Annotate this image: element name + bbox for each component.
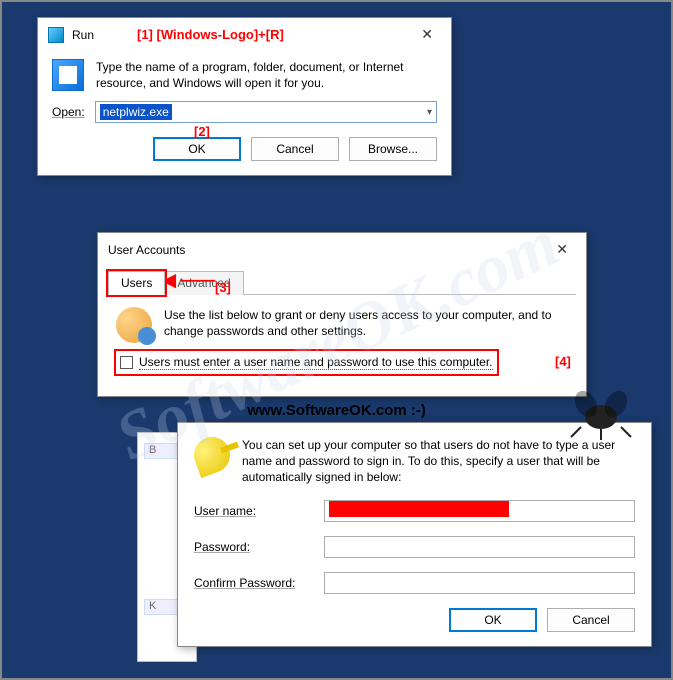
ok-button[interactable]: OK: [153, 137, 241, 161]
open-combobox[interactable]: netplwiz.exe ▾: [95, 101, 437, 123]
watermark-url-label: www.SoftwareOK.com :-): [247, 402, 426, 419]
cancel-button[interactable]: Cancel: [547, 608, 635, 632]
must-enter-password-checkbox[interactable]: [120, 356, 133, 369]
key-icon: [189, 432, 235, 478]
chevron-down-icon[interactable]: ▾: [427, 107, 432, 118]
username-label: User name:: [194, 504, 324, 518]
close-icon[interactable]: ✕: [411, 24, 443, 45]
confirm-password-label: Confirm Password:: [194, 576, 324, 590]
ok-button[interactable]: OK: [449, 608, 537, 632]
annotation-arrow: ◄──: [157, 275, 215, 287]
must-enter-password-label: Users must enter a user name and passwor…: [139, 355, 493, 370]
user-accounts-titlebar: User Accounts ✕: [98, 233, 586, 264]
password-label: Password:: [194, 540, 324, 554]
username-redacted: [329, 501, 509, 517]
open-input-value[interactable]: netplwiz.exe: [100, 104, 172, 120]
run-description: Type the name of a program, folder, docu…: [96, 59, 437, 91]
users-icon: [116, 307, 152, 343]
run-app-icon: [48, 27, 64, 43]
annotation-3: [3]: [215, 280, 231, 295]
auto-signin-dialog: You can set up your computer so that use…: [177, 422, 652, 647]
cancel-button[interactable]: Cancel: [251, 137, 339, 161]
open-label: Open:: [52, 105, 85, 119]
browse-button[interactable]: Browse...: [349, 137, 437, 161]
tab-users[interactable]: Users: [108, 271, 165, 295]
confirm-password-input[interactable]: [324, 572, 635, 594]
user-accounts-dialog: User Accounts ✕ Users Advanced Use the l…: [97, 232, 587, 397]
user-accounts-info: Use the list below to grant or deny user…: [164, 307, 568, 343]
annotation-1: [1] [Windows-Logo]+[R]: [137, 27, 284, 42]
close-icon[interactable]: ✕: [546, 239, 578, 260]
decorative-graphic: [566, 382, 636, 442]
user-accounts-title: User Accounts: [108, 243, 185, 257]
annotation-2: [2]: [194, 124, 210, 139]
password-input[interactable]: [324, 536, 635, 558]
username-input[interactable]: [324, 500, 635, 522]
auto-signin-info: You can set up your computer so that use…: [242, 437, 635, 486]
annotation-4: [4]: [555, 354, 571, 369]
run-title: Run: [72, 28, 94, 42]
run-program-icon: [52, 59, 84, 91]
must-enter-password-row: Users must enter a user name and passwor…: [116, 351, 497, 374]
